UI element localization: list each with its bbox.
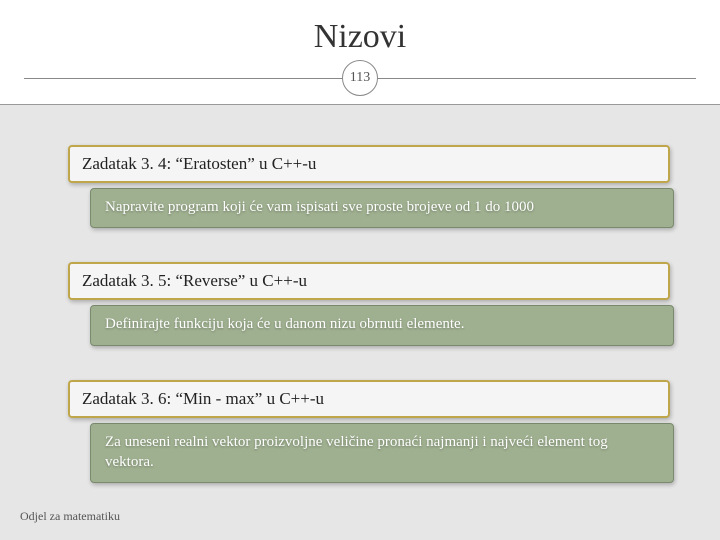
task-group: Zadatak 3. 4: “Eratosten” u C++-u Naprav… <box>68 145 670 228</box>
footer-text: Odjel za matematiku <box>20 509 120 524</box>
task-body: Za uneseni realni vektor proizvoljne vel… <box>90 423 674 484</box>
slide-title: Nizovi <box>0 18 720 56</box>
task-body: Napravite program koji će vam ispisati s… <box>90 188 674 228</box>
task-group: Zadatak 3. 6: “Min - max” u C++-u Za une… <box>68 380 670 484</box>
slide: Nizovi 113 Zadatak 3. 4: “Eratosten” u C… <box>0 0 720 540</box>
task-heading: Zadatak 3. 4: “Eratosten” u C++-u <box>68 145 670 183</box>
task-heading: Zadatak 3. 5: “Reverse” u C++-u <box>68 262 670 300</box>
page-number-badge: 113 <box>342 60 378 96</box>
content-area: Zadatak 3. 4: “Eratosten” u C++-u Naprav… <box>68 145 670 517</box>
task-group: Zadatak 3. 5: “Reverse” u C++-u Definira… <box>68 262 670 345</box>
task-body: Definirajte funkciju koja će u danom niz… <box>90 305 674 345</box>
task-heading: Zadatak 3. 6: “Min - max” u C++-u <box>68 380 670 418</box>
